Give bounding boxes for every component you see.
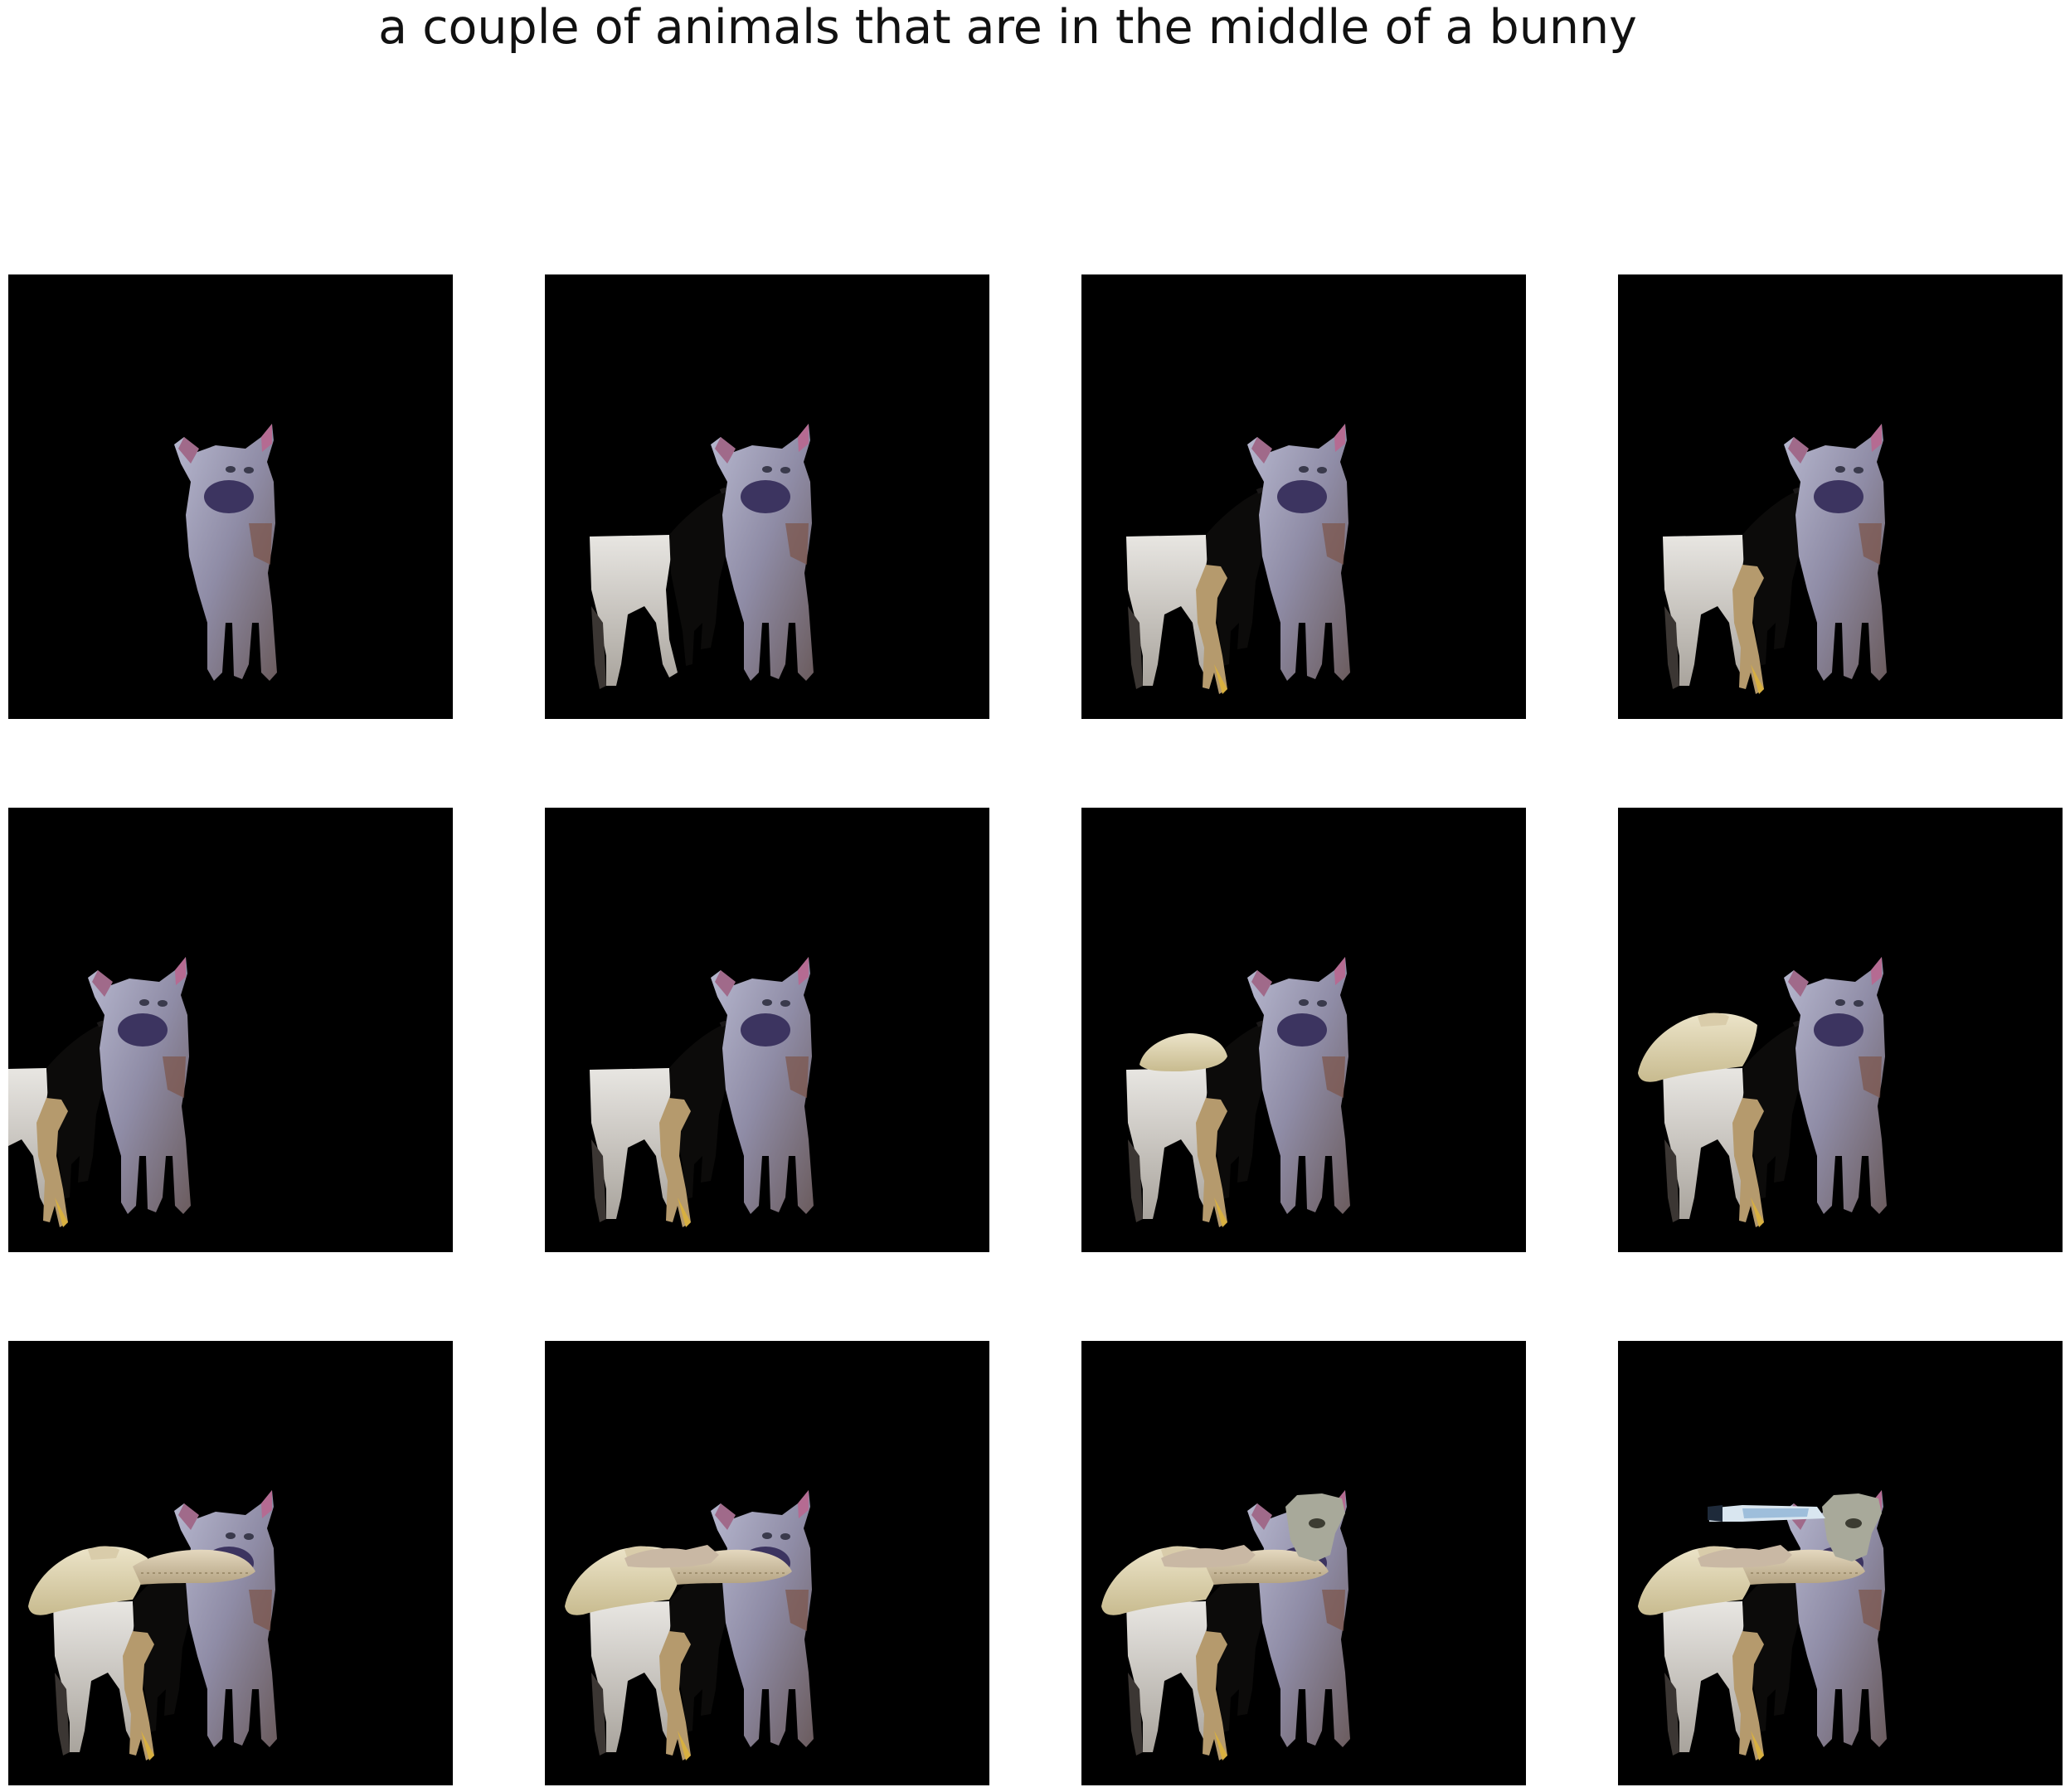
panel-image — [545, 808, 989, 1252]
panel-image — [1618, 274, 2063, 719]
panel-image — [1618, 1341, 2063, 1785]
figure-title: a couple of animals that are in the midd… — [378, 0, 1637, 55]
panel-image — [1081, 274, 1526, 719]
composition-step-10 — [545, 1341, 989, 1785]
composition-step-8 — [1618, 808, 2063, 1252]
composition-step-2 — [545, 274, 989, 719]
composition-step-12 — [1618, 1341, 2063, 1785]
composition-step-1 — [8, 274, 453, 719]
panel-image — [1081, 808, 1526, 1252]
composition-step-9 — [8, 1341, 453, 1785]
composition-step-5 — [8, 808, 453, 1252]
panel-image — [8, 1341, 453, 1785]
panel-image — [545, 274, 989, 719]
composition-step-7 — [1081, 808, 1526, 1252]
panel-image — [1081, 1341, 1526, 1785]
panel-image — [8, 274, 453, 719]
composition-step-4 — [1618, 274, 2063, 719]
panel-image — [1618, 808, 2063, 1252]
panel-image — [8, 808, 453, 1252]
composition-step-3 — [1081, 274, 1526, 719]
panel-image — [545, 1341, 989, 1785]
composition-step-11 — [1081, 1341, 1526, 1785]
composition-step-6 — [545, 808, 989, 1252]
